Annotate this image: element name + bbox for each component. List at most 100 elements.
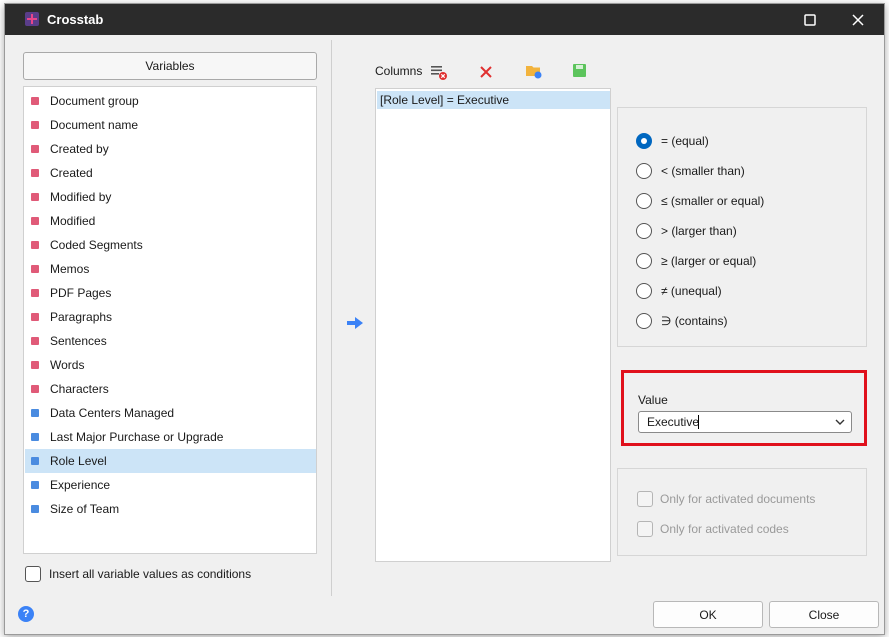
operator-label: ≤ (smaller or equal) bbox=[661, 194, 765, 208]
only-codes-checkbox[interactable] bbox=[637, 521, 653, 537]
variable-item[interactable]: Memos bbox=[25, 257, 316, 281]
value-label: Value bbox=[638, 393, 668, 407]
insert-all-checkbox[interactable] bbox=[25, 566, 41, 582]
variable-label: Data Centers Managed bbox=[50, 406, 175, 420]
variable-item[interactable]: Created by bbox=[25, 137, 316, 161]
only-documents-checkbox[interactable] bbox=[637, 491, 653, 507]
columns-label: Columns bbox=[375, 64, 423, 78]
variable-type-icon bbox=[31, 121, 39, 129]
operator-label: > (larger than) bbox=[661, 224, 737, 238]
variable-item[interactable]: Words bbox=[25, 353, 316, 377]
close-icon bbox=[852, 13, 864, 26]
text-caret bbox=[698, 415, 699, 429]
variable-label: Document group bbox=[50, 94, 139, 108]
variable-type-icon bbox=[31, 145, 39, 153]
operator-label: < (smaller than) bbox=[661, 164, 745, 178]
variable-type-icon bbox=[31, 433, 39, 441]
variable-item[interactable]: Modified by bbox=[25, 185, 316, 209]
clear-list-icon[interactable] bbox=[430, 63, 448, 81]
variable-item[interactable]: PDF Pages bbox=[25, 281, 316, 305]
variable-item[interactable]: Modified bbox=[25, 209, 316, 233]
variable-label: Experience bbox=[50, 478, 111, 492]
save-icon[interactable] bbox=[571, 62, 589, 80]
variable-item[interactable]: Experience bbox=[25, 473, 316, 497]
open-folder-icon[interactable] bbox=[525, 62, 543, 80]
variable-item[interactable]: Document group bbox=[25, 89, 316, 113]
operator-panel: = (equal) < (smaller than) ≤ (smaller or e… bbox=[617, 107, 867, 347]
operator-radio[interactable] bbox=[636, 223, 652, 239]
variable-item[interactable]: Paragraphs bbox=[25, 305, 316, 329]
variable-type-icon bbox=[31, 265, 39, 273]
operator-option[interactable]: ∋ (contains) bbox=[636, 312, 727, 330]
variable-item[interactable]: Created bbox=[25, 161, 316, 185]
operator-radio[interactable] bbox=[636, 283, 652, 299]
add-arrow-icon[interactable] bbox=[346, 316, 364, 330]
operator-label: ≥ (larger or equal) bbox=[661, 254, 757, 268]
variable-item[interactable]: Data Centers Managed bbox=[25, 401, 316, 425]
operator-option[interactable]: ≤ (smaller or equal) bbox=[636, 192, 764, 210]
variable-label: Memos bbox=[50, 262, 90, 276]
title-bar: Crosstab bbox=[5, 4, 884, 35]
variable-label: Characters bbox=[50, 382, 109, 396]
close-button[interactable]: Close bbox=[769, 601, 879, 628]
panel-splitter[interactable] bbox=[331, 40, 332, 596]
variable-type-icon bbox=[31, 289, 39, 297]
operator-option[interactable]: ≥ (larger or equal) bbox=[636, 252, 756, 270]
operator-radio[interactable] bbox=[636, 163, 652, 179]
value-dropdown[interactable]: Executive bbox=[638, 411, 852, 433]
variables-button[interactable]: Variables bbox=[23, 52, 317, 80]
variable-type-icon bbox=[31, 361, 39, 369]
operator-radio[interactable] bbox=[636, 313, 652, 329]
operator-option[interactable]: = (equal) bbox=[636, 132, 709, 150]
variable-item[interactable]: Document name bbox=[25, 113, 316, 137]
operator-option[interactable]: > (larger than) bbox=[636, 222, 737, 240]
variable-label: Sentences bbox=[50, 334, 107, 348]
variable-type-icon bbox=[31, 337, 39, 345]
variable-item[interactable]: Role Level bbox=[25, 449, 316, 473]
only-codes-option[interactable]: Only for activated codes bbox=[637, 521, 789, 537]
variable-item[interactable]: Last Major Purchase or Upgrade bbox=[25, 425, 316, 449]
maximize-icon bbox=[804, 13, 816, 26]
ok-button[interactable]: OK bbox=[653, 601, 763, 628]
operator-option[interactable]: ≠ (unequal) bbox=[636, 282, 722, 300]
maximize-button[interactable] bbox=[787, 4, 833, 35]
variable-item[interactable]: Characters bbox=[25, 377, 316, 401]
help-icon[interactable]: ? bbox=[18, 606, 34, 622]
variable-label: Size of Team bbox=[50, 502, 120, 516]
operator-radio[interactable] bbox=[636, 193, 652, 209]
delete-icon[interactable] bbox=[477, 63, 495, 81]
operator-label: ≠ (unequal) bbox=[661, 284, 722, 298]
variable-type-icon bbox=[31, 409, 39, 417]
operator-label: ∋ (contains) bbox=[661, 314, 728, 328]
variable-item[interactable]: Size of Team bbox=[25, 497, 316, 521]
only-documents-option[interactable]: Only for activated documents bbox=[637, 491, 815, 507]
crosstab-dialog: Crosstab Variables Document group Documen… bbox=[4, 3, 885, 635]
column-condition-item[interactable]: [Role Level] = Executive bbox=[377, 91, 610, 109]
variable-label: Paragraphs bbox=[50, 310, 113, 324]
variable-type-icon bbox=[31, 457, 39, 465]
operator-radio[interactable] bbox=[636, 253, 652, 269]
value-text: Executive bbox=[647, 415, 700, 429]
insert-all-option[interactable]: Insert all variable values as conditions bbox=[25, 566, 251, 582]
variable-label: Modified by bbox=[50, 190, 112, 204]
variable-type-icon bbox=[31, 169, 39, 177]
variable-type-icon bbox=[31, 193, 39, 201]
variable-item[interactable]: Sentences bbox=[25, 329, 316, 353]
variable-label: Created by bbox=[50, 142, 109, 156]
operator-radio[interactable] bbox=[636, 133, 652, 149]
crosstab-app-icon bbox=[25, 12, 39, 26]
variable-item[interactable]: Coded Segments bbox=[25, 233, 316, 257]
only-documents-label: Only for activated documents bbox=[660, 492, 816, 506]
variable-type-icon bbox=[31, 505, 39, 513]
close-window-button[interactable] bbox=[835, 4, 881, 35]
dialog-title: Crosstab bbox=[47, 12, 104, 27]
only-codes-label: Only for activated codes bbox=[660, 522, 789, 536]
operator-label: = (equal) bbox=[661, 134, 709, 148]
columns-list[interactable]: [Role Level] = Executive bbox=[375, 88, 611, 562]
variable-type-icon bbox=[31, 385, 39, 393]
operator-option[interactable]: < (smaller than) bbox=[636, 162, 745, 180]
variables-list[interactable]: Document group Document name Created by Cre… bbox=[23, 86, 317, 554]
chevron-down-icon[interactable] bbox=[834, 416, 846, 428]
variable-label: Last Major Purchase or Upgrade bbox=[50, 430, 224, 444]
variable-label: Coded Segments bbox=[50, 238, 143, 252]
